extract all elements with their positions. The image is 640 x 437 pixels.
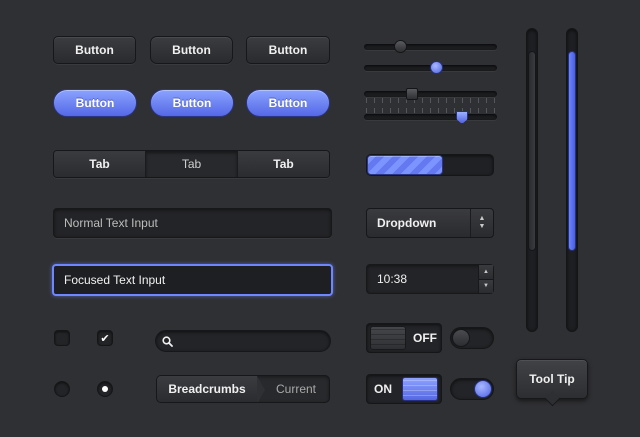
toggle-on[interactable]: ON <box>366 374 442 404</box>
button-dark-3[interactable]: Button <box>246 36 330 64</box>
radio-selected[interactable] <box>97 381 113 397</box>
slider-1[interactable] <box>364 40 497 54</box>
toggle-on-label: ON <box>374 382 392 396</box>
switch-on[interactable] <box>450 378 494 400</box>
button-dark-2[interactable]: Button <box>150 36 233 64</box>
slider-4[interactable] <box>364 108 497 126</box>
scrollbar-2-thumb[interactable] <box>568 51 576 251</box>
tab-2[interactable]: Tab <box>146 151 238 177</box>
tab-3[interactable]: Tab <box>238 151 329 177</box>
button-dark-1[interactable]: Button <box>53 36 136 64</box>
time-value: 10:38 <box>377 272 408 286</box>
progress-fill <box>367 155 443 175</box>
tooltip-text: Tool Tip <box>529 372 575 386</box>
toggle-off[interactable]: OFF <box>366 323 442 353</box>
breadcrumb-item-root[interactable]: Breadcrumbs <box>157 376 265 402</box>
tooltip: Tool Tip <box>516 359 588 399</box>
dropdown-select[interactable]: Dropdown ▲ ▼ <box>366 208 494 238</box>
vertical-scrollbar-1[interactable] <box>526 28 538 332</box>
spinner-buttons: ▲ ▼ <box>478 265 493 293</box>
button-blue-3[interactable]: Button <box>246 89 330 117</box>
breadcrumb-item-current: Current <box>275 382 316 396</box>
slider-4-ticks <box>366 108 496 113</box>
toggle-off-label: OFF <box>413 331 437 345</box>
dropdown-value: Dropdown <box>377 216 437 230</box>
switch-on-knob <box>474 380 492 398</box>
dropdown-arrows-icon: ▲ ▼ <box>470 209 493 237</box>
check-icon: ✔ <box>100 332 110 345</box>
tab-bar: Tab Tab Tab <box>53 150 330 178</box>
spinner-down-icon[interactable]: ▼ <box>479 279 493 293</box>
time-spinner[interactable]: 10:38 ▲ ▼ <box>366 264 494 294</box>
focused-text-input[interactable]: Focused Text Input <box>52 264 333 296</box>
slider-4-thumb[interactable] <box>456 111 468 124</box>
slider-2-knob[interactable] <box>430 61 443 74</box>
tab-1[interactable]: Tab <box>54 151 146 177</box>
button-blue-1[interactable]: Button <box>53 89 137 117</box>
checkbox-unchecked[interactable] <box>54 330 70 346</box>
radio-unselected[interactable] <box>54 381 70 397</box>
slider-1-knob[interactable] <box>394 40 407 53</box>
breadcrumb: Breadcrumbs Current <box>156 375 330 403</box>
button-blue-2[interactable]: Button <box>150 89 234 117</box>
spinner-up-icon[interactable]: ▲ <box>479 265 493 280</box>
progress-bar <box>366 154 494 176</box>
switch-off-knob <box>452 329 470 347</box>
vertical-scrollbar-2[interactable] <box>566 28 578 332</box>
slider-3[interactable] <box>364 87 497 105</box>
toggle-off-grip[interactable] <box>370 326 406 350</box>
radio-dot <box>102 386 108 392</box>
scrollbar-1-thumb[interactable] <box>528 51 536 251</box>
search-input[interactable] <box>155 330 331 352</box>
normal-text-input[interactable]: Normal Text Input <box>53 208 332 238</box>
slider-3-ticks <box>366 98 496 103</box>
slider-3-thumb[interactable] <box>406 88 418 100</box>
search-icon <box>162 335 173 347</box>
toggle-on-grip[interactable] <box>402 377 438 401</box>
checkbox-checked[interactable]: ✔ <box>97 330 113 346</box>
switch-off[interactable] <box>450 327 494 349</box>
slider-2[interactable] <box>364 61 497 75</box>
